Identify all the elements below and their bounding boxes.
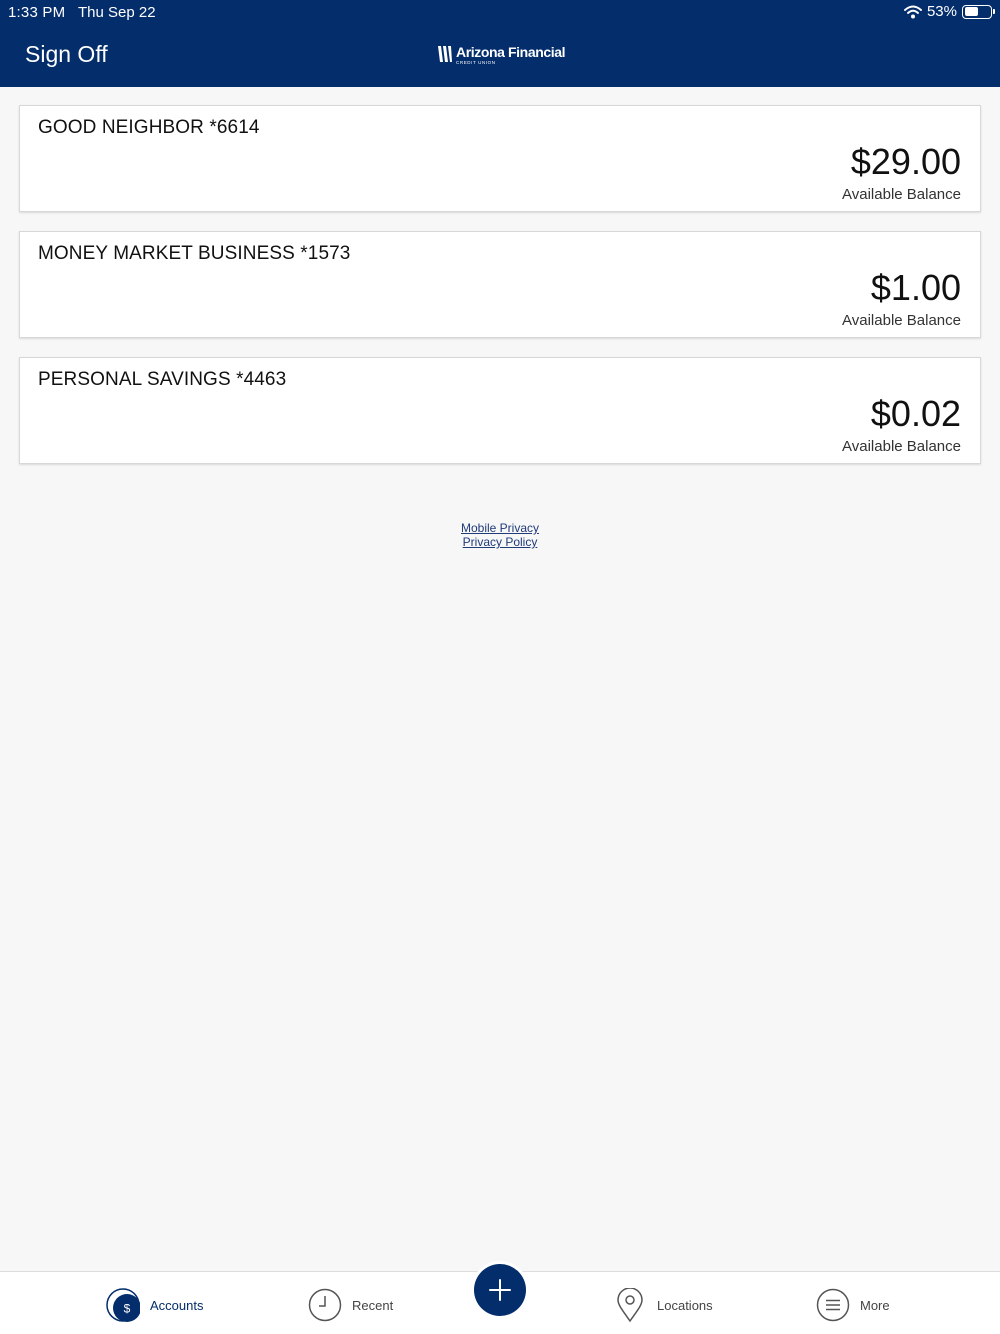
tab-recent[interactable]: Recent [308,1288,393,1322]
tab-bar: $ Accounts Recent Locations More [0,1264,1000,1334]
battery-percent: 53% [926,3,957,20]
tab-more[interactable]: More [816,1288,890,1322]
wifi-icon [903,5,922,18]
tab-more-label: More [860,1297,890,1313]
account-name: MONEY MARKET BUSINESS *1573 [38,243,351,264]
tab-accounts[interactable]: $ Accounts [106,1288,203,1322]
status-date: Thu Sep 22 [78,4,156,21]
account-card[interactable]: GOOD NEIGHBOR *6614 $29.00 Available Bal… [19,105,981,212]
clock-icon [308,1288,342,1322]
battery-fill [964,7,978,16]
account-balance: $0.02 [870,393,961,434]
mobile-privacy-link[interactable]: Mobile Privacy [0,521,1000,535]
tab-locations-label: Locations [657,1297,713,1313]
plus-icon [489,1279,511,1301]
account-card[interactable]: PERSONAL SAVINGS *4463 $0.02 Available B… [19,357,981,464]
balance-label: Available Balance [842,312,961,329]
tab-recent-label: Recent [352,1297,394,1313]
svg-text:$: $ [124,1302,131,1316]
status-time: 1:33 PM [8,4,66,21]
brand-name: Arizona Financial [456,44,566,60]
account-list: GOOD NEIGHBOR *6614 $29.00 Available Bal… [19,105,981,483]
balance-label: Available Balance [842,186,961,203]
tab-accounts-label: Accounts [150,1297,204,1313]
sign-off-button[interactable]: Sign Off [25,41,108,68]
status-indicators: 53% [903,3,995,20]
location-pin-icon [617,1288,643,1322]
brand-mark-icon [438,46,452,62]
account-balance: $1.00 [870,267,961,308]
menu-icon [816,1288,850,1322]
app-header: 1:33 PM Thu Sep 22 53% Sign Off Arizona … [0,0,1000,87]
add-button[interactable] [474,1264,526,1316]
privacy-policy-link[interactable]: Privacy Policy [0,535,1000,549]
brand-logo: Arizona Financial CREDIT UNION [437,44,566,65]
dollar-icon: $ [106,1288,140,1322]
account-card[interactable]: MONEY MARKET BUSINESS *1573 $1.00 Availa… [19,231,981,338]
battery-icon [962,4,995,19]
brand-subtitle: CREDIT UNION [456,60,496,65]
tab-locations[interactable]: Locations [613,1288,713,1322]
account-name: PERSONAL SAVINGS *4463 [38,369,287,390]
account-name: GOOD NEIGHBOR *6614 [38,117,260,138]
account-balance: $29.00 [850,141,961,182]
footer-links: Mobile Privacy Privacy Policy [0,521,1000,549]
balance-label: Available Balance [842,438,961,455]
